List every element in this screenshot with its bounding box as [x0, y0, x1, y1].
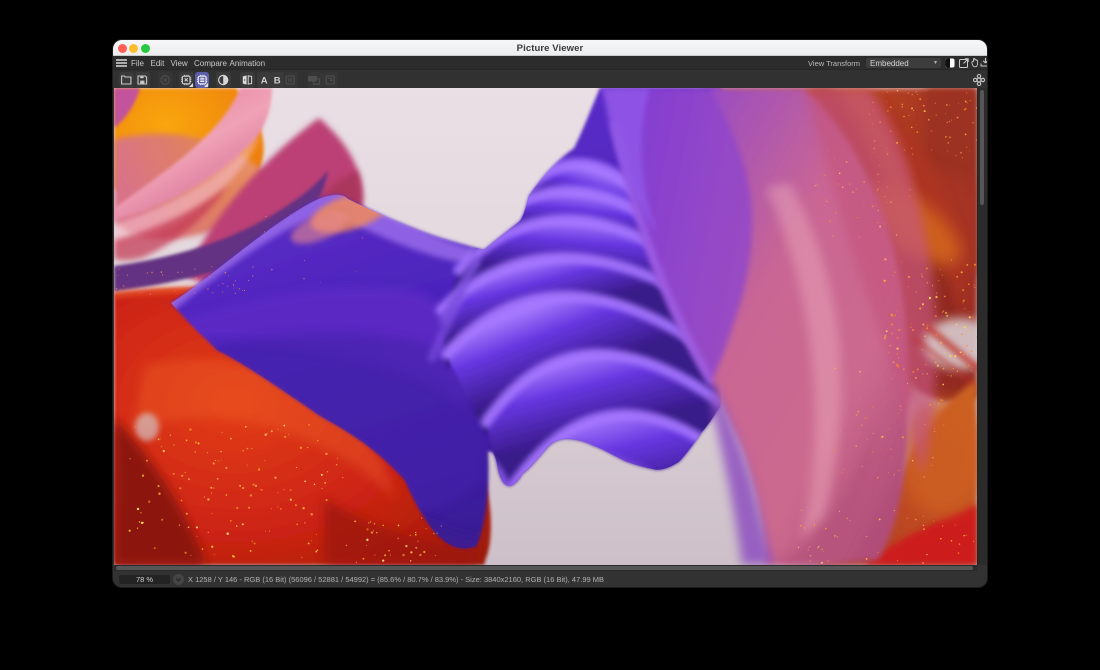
- svg-text:A: A: [261, 75, 268, 86]
- svg-text:B: B: [274, 75, 281, 86]
